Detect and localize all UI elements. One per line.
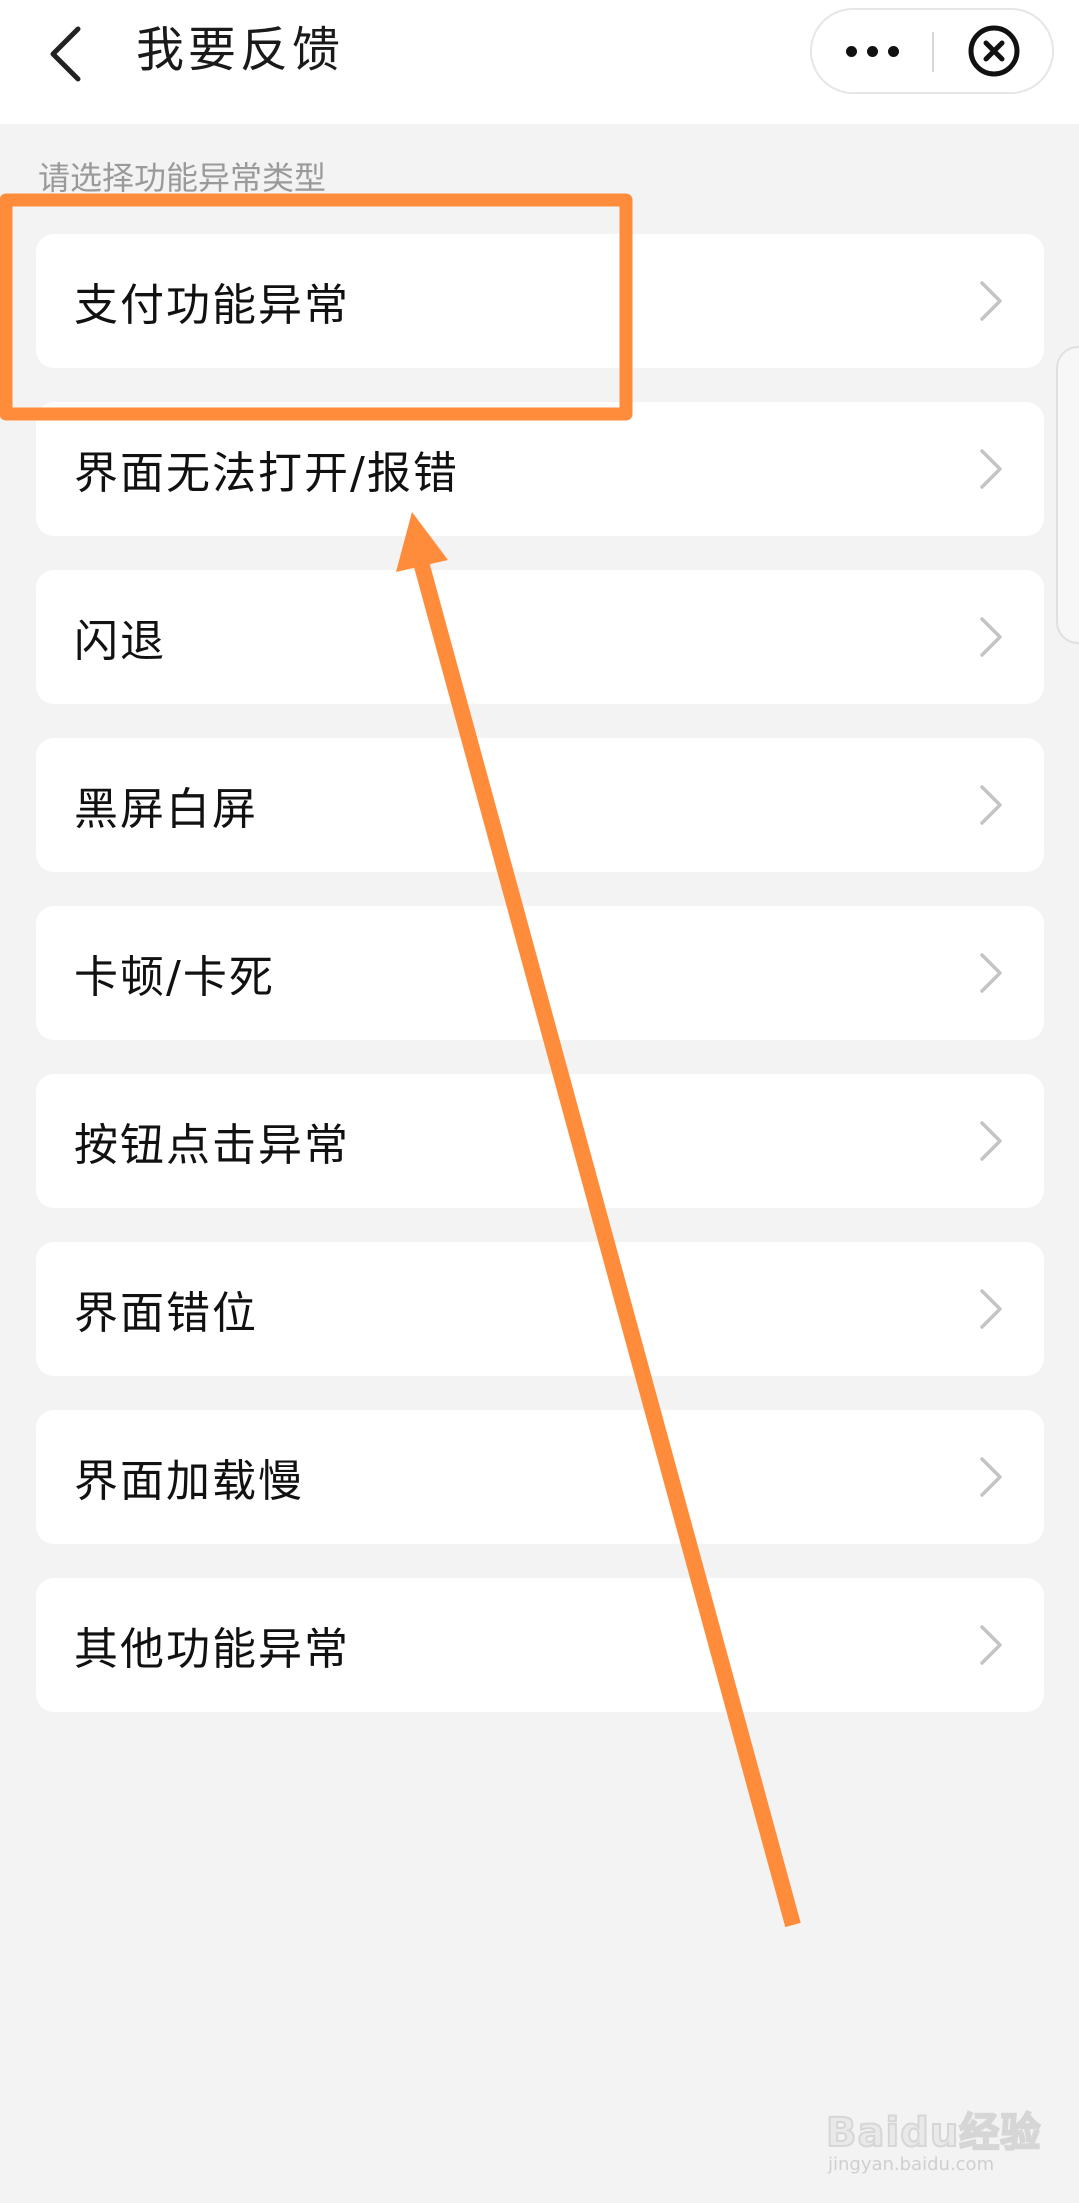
option-label: 卡顿/卡死	[74, 952, 275, 1003]
watermark: Baidu经验 jingyan.baidu.com	[825, 2080, 1066, 2180]
chevron-right-icon	[980, 281, 1002, 321]
option-item[interactable]: 界面无法打开/报错	[36, 402, 1044, 536]
option-label: 支付功能异常	[74, 280, 350, 331]
option-label: 闪退	[74, 616, 166, 667]
chevron-right-icon	[980, 1289, 1002, 1329]
section-label: 请选择功能异常类型	[38, 159, 327, 197]
chevron-right-icon	[980, 1625, 1002, 1665]
option-item[interactable]: 按钮点击异常	[36, 1074, 1044, 1208]
option-item[interactable]: 支付功能异常	[36, 234, 1044, 368]
more-dots-icon	[845, 45, 857, 57]
option-item[interactable]: 界面错位	[36, 1242, 1044, 1376]
option-list: 支付功能异常 界面无法打开/报错 闪退 黑屏白屏 卡顿/卡死 按钮点击异常 界面…	[36, 234, 1044, 1746]
chevron-right-icon	[980, 1457, 1002, 1497]
floating-side-tab[interactable]	[1056, 346, 1079, 644]
more-dots-icon	[887, 45, 899, 57]
option-label: 界面加载慢	[74, 1456, 304, 1507]
watermark-url: jingyan.baidu.com	[828, 2154, 995, 2175]
close-button[interactable]	[936, 10, 1052, 92]
close-circle-icon	[968, 25, 1020, 77]
option-item[interactable]: 闪退	[36, 570, 1044, 704]
mini-program-capsule	[810, 8, 1054, 94]
chevron-left-icon	[50, 26, 81, 82]
more-button[interactable]	[814, 10, 930, 92]
option-item[interactable]: 界面加载慢	[36, 1410, 1044, 1544]
chevron-right-icon	[980, 1121, 1002, 1161]
option-label: 界面错位	[74, 1288, 258, 1339]
chevron-right-icon	[980, 953, 1002, 993]
chevron-right-icon	[980, 449, 1002, 489]
option-item[interactable]: 卡顿/卡死	[36, 906, 1044, 1040]
watermark-brand: Baidu经验	[825, 2109, 1042, 2157]
back-button[interactable]	[30, 14, 100, 94]
option-label: 界面无法打开/报错	[74, 448, 459, 499]
option-item[interactable]: 其他功能异常	[36, 1578, 1044, 1712]
option-item[interactable]: 黑屏白屏	[36, 738, 1044, 872]
option-label: 黑屏白屏	[74, 784, 258, 835]
capsule-divider	[932, 32, 934, 72]
chevron-right-icon	[980, 617, 1002, 657]
more-dots-icon	[866, 45, 878, 57]
page-title: 我要反馈	[136, 22, 345, 78]
top-navigation-bar: 我要反馈	[0, 0, 1079, 124]
option-label: 其他功能异常	[74, 1624, 350, 1675]
chevron-right-icon	[980, 785, 1002, 825]
option-label: 按钮点击异常	[74, 1120, 350, 1171]
